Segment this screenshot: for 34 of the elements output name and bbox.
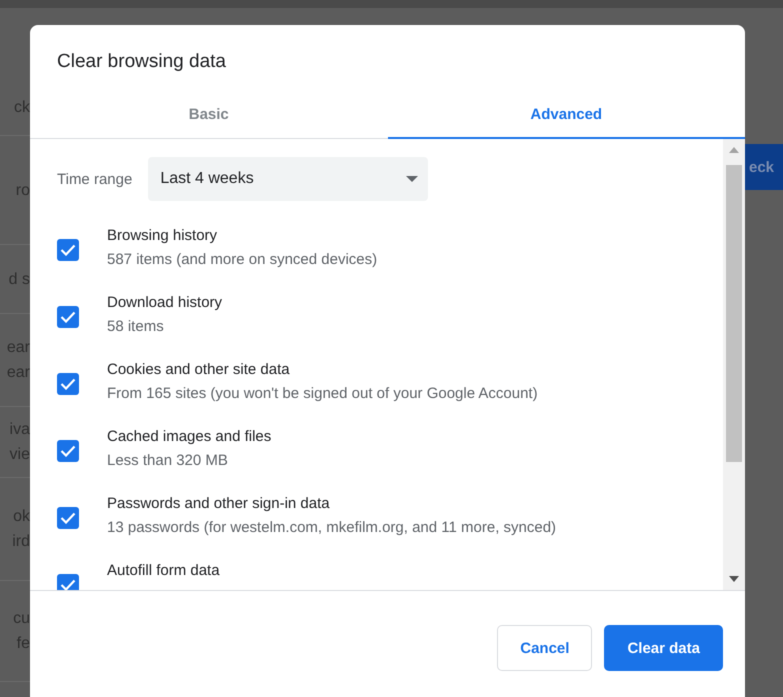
- item-detail: 13 passwords (for westelm.com, mkefilm.org, and 11 more, synced): [107, 519, 556, 536]
- item-title: Cookies and other site data: [107, 361, 291, 378]
- scroll-down-icon[interactable]: [729, 576, 739, 582]
- cancel-button[interactable]: Cancel: [497, 625, 592, 671]
- checkmark-icon: [60, 311, 76, 323]
- checkmark-icon: [60, 445, 76, 457]
- item-detail: 58 items: [107, 318, 165, 335]
- item-detail: 587 items (and more on synced devices): [107, 251, 378, 268]
- checkbox[interactable]: [57, 440, 79, 462]
- checkbox[interactable]: [57, 306, 79, 328]
- time-range-label: Time range: [57, 170, 132, 188]
- item-title: Cached images and files: [107, 428, 272, 445]
- checkbox[interactable]: [57, 574, 79, 590]
- clear-data-button[interactable]: Clear data: [604, 625, 723, 671]
- dialog-title: Clear browsing data: [56, 50, 227, 73]
- checkmark-icon: [60, 244, 76, 256]
- tab[interactable]: Basic: [30, 91, 388, 139]
- checkbox[interactable]: [57, 507, 79, 529]
- item-title: Download history: [107, 294, 222, 311]
- checkmark-icon: [60, 579, 76, 590]
- scrollbar[interactable]: [723, 139, 745, 590]
- item-detail: Less than 320 MB: [107, 452, 229, 469]
- checkbox[interactable]: [57, 239, 79, 261]
- item-detail: From 165 sites (you won't be signed out of your Google Account): [107, 385, 538, 402]
- time-range-select[interactable]: Last 4 weeks: [148, 157, 428, 201]
- checkmark-icon: [60, 378, 76, 390]
- item-title: Browsing history: [107, 227, 218, 244]
- checkmark-icon: [60, 512, 76, 524]
- scrollbar-thumb[interactable]: [726, 165, 742, 462]
- checkbox[interactable]: [57, 373, 79, 395]
- item-title: Passwords and other sign-in data: [107, 495, 331, 512]
- dropdown-caret-icon: [406, 176, 418, 182]
- item-title: Autofill form data: [107, 562, 220, 579]
- tab[interactable]: Advanced: [388, 91, 745, 139]
